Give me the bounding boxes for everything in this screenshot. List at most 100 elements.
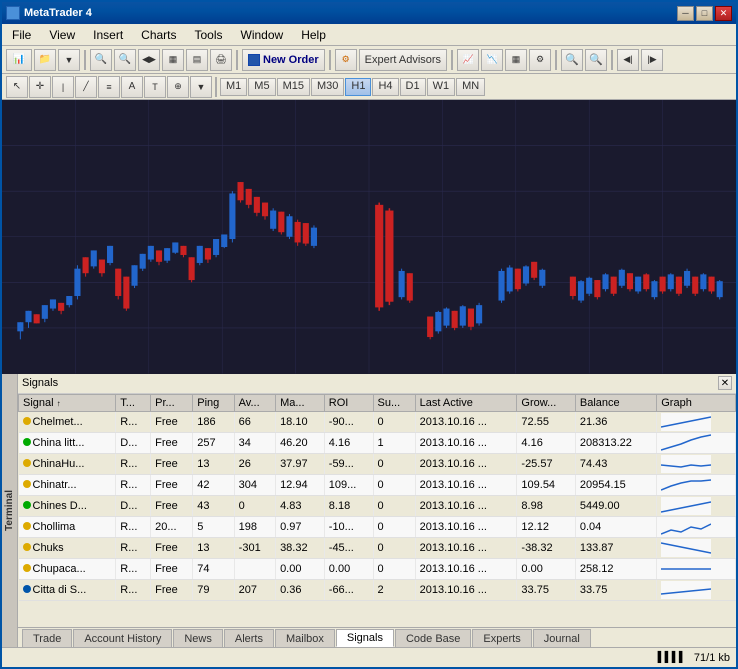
col-price[interactable]: Pr... — [151, 394, 193, 411]
signals-table-container[interactable]: Signal ↑ T... Pr... Ping Av... Ma... ROI… — [18, 394, 736, 628]
properties-button[interactable]: ⚙ — [529, 49, 551, 71]
vertical-line-button[interactable]: | — [52, 76, 74, 98]
channels-button[interactable]: ≡ — [98, 76, 120, 98]
cell-last-active: 2013.10.16 ... — [415, 537, 517, 558]
tab-trade[interactable]: Trade — [22, 629, 72, 647]
cell-type: R... — [116, 558, 151, 579]
cell-graph — [657, 558, 736, 579]
tf-m5[interactable]: M5 — [248, 78, 275, 96]
tab-account-history[interactable]: Account History — [73, 629, 172, 647]
tf-m30[interactable]: M30 — [311, 78, 344, 96]
label-button[interactable]: T — [144, 76, 166, 98]
sep1 — [84, 50, 86, 70]
fib-button[interactable]: ▼ — [190, 76, 212, 98]
magnify-button1[interactable]: 🔍 — [561, 49, 583, 71]
cell-balance: 5449.00 — [575, 495, 656, 516]
table-row[interactable]: ChinaHu... R... Free 13 26 37.97 -59... … — [19, 453, 736, 474]
cell-grow: 8.98 — [517, 495, 575, 516]
cell-ma: 0.00 — [276, 558, 325, 579]
cursor-button[interactable]: ↖ — [6, 76, 28, 98]
zoom-in-button[interactable]: 🔍 — [114, 49, 136, 71]
tab-news[interactable]: News — [173, 629, 223, 647]
table-row[interactable]: Chinatr... R... Free 42 304 12.94 109...… — [19, 474, 736, 495]
table-row[interactable]: Chines D... D... Free 43 0 4.83 8.18 0 2… — [19, 495, 736, 516]
tf-d1[interactable]: D1 — [400, 78, 426, 96]
col-type[interactable]: T... — [116, 394, 151, 411]
table-row[interactable]: Chollima R... 20... 5 198 0.97 -10... 0 … — [19, 516, 736, 537]
tab-alerts[interactable]: Alerts — [224, 629, 274, 647]
col-graph[interactable]: Graph — [657, 394, 736, 411]
col-last-active[interactable]: Last Active — [415, 394, 517, 411]
line-tool-button[interactable]: ╱ — [75, 76, 97, 98]
text-button[interactable]: A — [121, 76, 143, 98]
terminal-tab-side[interactable]: Terminal — [2, 374, 18, 648]
cell-type: R... — [116, 537, 151, 558]
line-button[interactable]: 📉 — [481, 49, 503, 71]
menu-file[interactable]: File — [4, 26, 39, 44]
scroll-right-button[interactable]: |▶ — [641, 49, 663, 71]
tab-code-base[interactable]: Code Base — [395, 629, 471, 647]
menu-charts[interactable]: Charts — [133, 26, 184, 44]
col-grow[interactable]: Grow... — [517, 394, 575, 411]
signal-dot — [23, 417, 31, 425]
col-ma[interactable]: Ma... — [276, 394, 325, 411]
histogram-button[interactable]: ▦ — [505, 49, 527, 71]
save-button[interactable]: ▼ — [58, 49, 80, 71]
tf-m1[interactable]: M1 — [220, 78, 247, 96]
tf-h1[interactable]: H1 — [345, 78, 371, 96]
signals-close-button[interactable]: ✕ — [718, 376, 732, 390]
tf-w1[interactable]: W1 — [427, 78, 456, 96]
signal-dot — [23, 480, 31, 488]
new-chart-button[interactable]: 📊 — [6, 49, 32, 71]
menu-help[interactable]: Help — [293, 26, 334, 44]
signals-title: Signals — [22, 377, 58, 389]
template-button[interactable]: ▤ — [186, 49, 208, 71]
tf-h4[interactable]: H4 — [372, 78, 398, 96]
tf-mn[interactable]: MN — [456, 78, 485, 96]
crosshair-button[interactable]: ✛ — [29, 76, 51, 98]
period-button[interactable]: ▦ — [162, 49, 184, 71]
main-window: MetaTrader 4 ─ □ ✕ File View Insert Char… — [0, 0, 738, 669]
tab-journal[interactable]: Journal — [533, 629, 591, 647]
tab-mailbox[interactable]: Mailbox — [275, 629, 335, 647]
menu-insert[interactable]: Insert — [85, 26, 131, 44]
menu-window[interactable]: Window — [233, 26, 292, 44]
cell-su: 0 — [373, 411, 415, 432]
magnify-button2[interactable]: 🔍 — [585, 49, 607, 71]
tab-experts[interactable]: Experts — [472, 629, 531, 647]
minimize-button[interactable]: ─ — [677, 6, 694, 21]
chart-scroll-button[interactable]: ◀▶ — [138, 49, 160, 71]
table-row[interactable]: China litt... D... Free 257 34 46.20 4.1… — [19, 432, 736, 453]
col-balance[interactable]: Balance — [575, 394, 656, 411]
cell-signal: ChinaHu... — [19, 453, 116, 474]
menu-view[interactable]: View — [41, 26, 83, 44]
col-roi[interactable]: ROI — [324, 394, 373, 411]
chart-area[interactable] — [2, 100, 736, 374]
indicator-button[interactable]: 📈 — [457, 49, 479, 71]
cell-roi: -59... — [324, 453, 373, 474]
expert-advisors-button[interactable]: Expert Advisors — [359, 49, 447, 71]
cell-grow: 33.75 — [517, 579, 575, 600]
cell-type: R... — [116, 411, 151, 432]
table-row[interactable]: Chelmet... R... Free 186 66 18.10 -90...… — [19, 411, 736, 432]
zoom-out-button[interactable]: 🔍 — [90, 49, 112, 71]
cell-grow: -38.32 — [517, 537, 575, 558]
menu-tools[interactable]: Tools — [187, 26, 231, 44]
arrow-button[interactable]: ⊕ — [167, 76, 189, 98]
col-av[interactable]: Av... — [234, 394, 275, 411]
table-row[interactable]: Chuks R... Free 13 -301 38.32 -45... 0 2… — [19, 537, 736, 558]
maximize-button[interactable]: □ — [696, 6, 713, 21]
tab-signals[interactable]: Signals — [336, 629, 394, 647]
col-su[interactable]: Su... — [373, 394, 415, 411]
scroll-left-button[interactable]: ◀| — [617, 49, 639, 71]
tf-m15[interactable]: M15 — [277, 78, 310, 96]
open-button[interactable]: 📁 — [34, 49, 56, 71]
close-button[interactable]: ✕ — [715, 6, 732, 21]
col-signal[interactable]: Signal ↑ — [19, 394, 116, 411]
cell-price: Free — [151, 432, 193, 453]
table-row[interactable]: Chupaca... R... Free 74 0.00 0.00 0 2013… — [19, 558, 736, 579]
table-row[interactable]: Citta di S... R... Free 79 207 0.36 -66.… — [19, 579, 736, 600]
print-button[interactable]: 🖨 — [210, 49, 232, 71]
new-order-button[interactable]: New Order — [242, 49, 325, 71]
col-ping[interactable]: Ping — [193, 394, 234, 411]
